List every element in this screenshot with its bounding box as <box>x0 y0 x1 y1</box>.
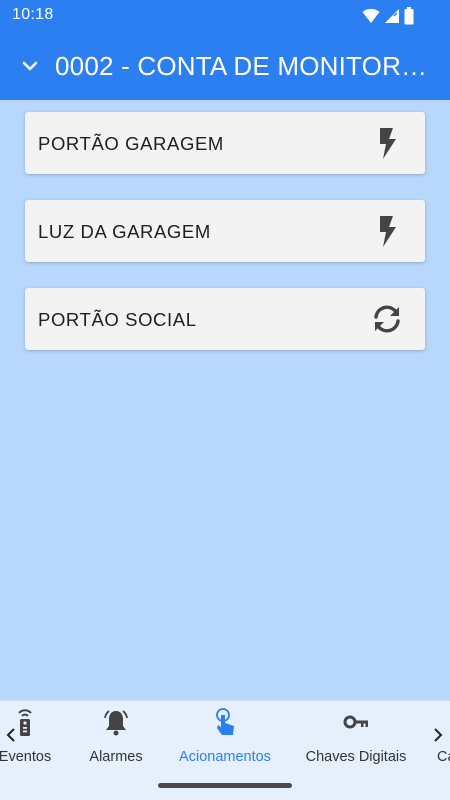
touch-icon <box>216 708 234 735</box>
nav-tab-chaves-digitais[interactable]: Chaves Digitais <box>297 701 415 773</box>
chevron-right-icon[interactable] <box>431 726 445 744</box>
home-indicator[interactable] <box>158 783 292 788</box>
nav-label: Chaves Digitais <box>305 749 407 765</box>
wifi-icon <box>362 8 380 23</box>
nav-label: Eventos <box>0 749 52 765</box>
nav-label: Alarmes <box>89 749 143 765</box>
status-bar: 10:18 <box>0 0 450 32</box>
bolt-icon <box>380 216 396 247</box>
signal-icon <box>385 9 399 23</box>
chevron-down-icon[interactable] <box>20 56 40 76</box>
key-icon <box>343 715 368 729</box>
action-card-luz-da-garagem[interactable]: LUZ DA GARAGEM <box>25 200 425 262</box>
sync-icon <box>374 305 400 333</box>
account-title[interactable]: 0002 - CONTA DE MONITORAMENTO <box>55 51 435 82</box>
app-bar: 0002 - CONTA DE MONITORAMENTO <box>0 32 450 100</box>
nav-tab-acionamentos[interactable]: Acionamentos <box>170 701 280 773</box>
status-time: 10:18 <box>12 6 54 23</box>
chevron-left-icon[interactable] <box>4 726 18 744</box>
action-label: LUZ DA GARAGEM <box>38 221 211 242</box>
bell-icon <box>104 710 128 736</box>
action-label: PORTÃO GARAGEM <box>38 133 224 154</box>
battery-icon <box>404 7 414 25</box>
nav-label: Ca <box>437 749 450 765</box>
status-icons <box>362 6 414 26</box>
action-card-portao-social[interactable]: PORTÃO SOCIAL <box>25 288 425 350</box>
bolt-icon <box>380 128 396 159</box>
action-card-portao-garagem[interactable]: PORTÃO GARAGEM <box>25 112 425 174</box>
nav-tab-alarmes[interactable]: Alarmes <box>76 701 156 773</box>
nav-label: Acionamentos <box>179 749 271 765</box>
action-label: PORTÃO SOCIAL <box>38 309 197 330</box>
